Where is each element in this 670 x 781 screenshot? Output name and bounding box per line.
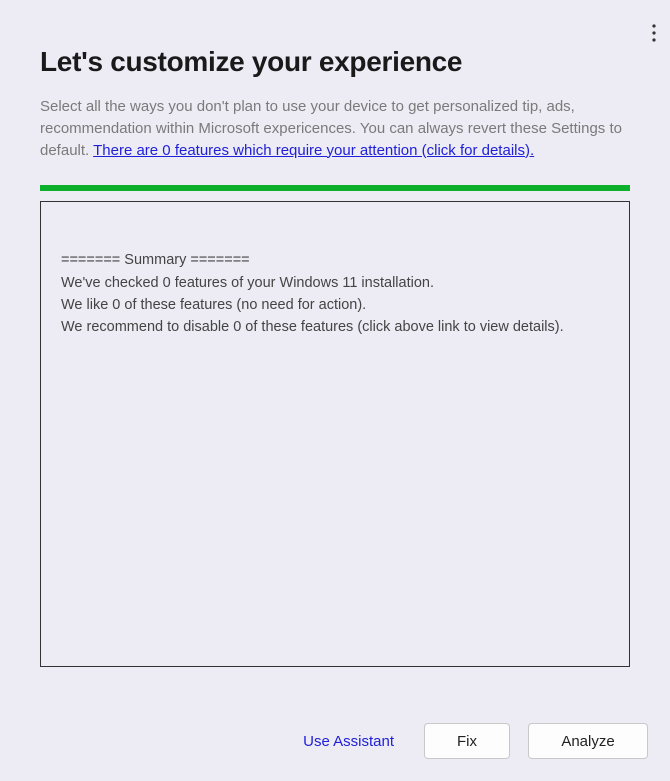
progress-bar	[40, 185, 630, 191]
fix-button[interactable]: Fix	[424, 723, 510, 759]
page-title: Let's customize your experience	[0, 0, 670, 78]
summary-line: We recommend to disable 0 of these featu…	[61, 317, 609, 337]
summary-line: We like 0 of these features (no need for…	[61, 295, 609, 315]
analyze-button[interactable]: Analyze	[528, 723, 648, 759]
summary-panel: ======= Summary ======= We've checked 0 …	[40, 201, 630, 667]
vertical-dots-icon	[652, 24, 656, 42]
use-assistant-button[interactable]: Use Assistant	[291, 725, 406, 758]
summary-line: We've checked 0 features of your Windows…	[61, 273, 609, 293]
footer-actions: Use Assistant Fix Analyze	[291, 723, 648, 759]
page-description: Select all the ways you don't plan to us…	[0, 78, 670, 161]
more-menu-button[interactable]	[652, 24, 656, 45]
summary-heading: ======= Summary =======	[61, 250, 609, 270]
attention-link[interactable]: There are 0 features which require your …	[93, 142, 534, 159]
